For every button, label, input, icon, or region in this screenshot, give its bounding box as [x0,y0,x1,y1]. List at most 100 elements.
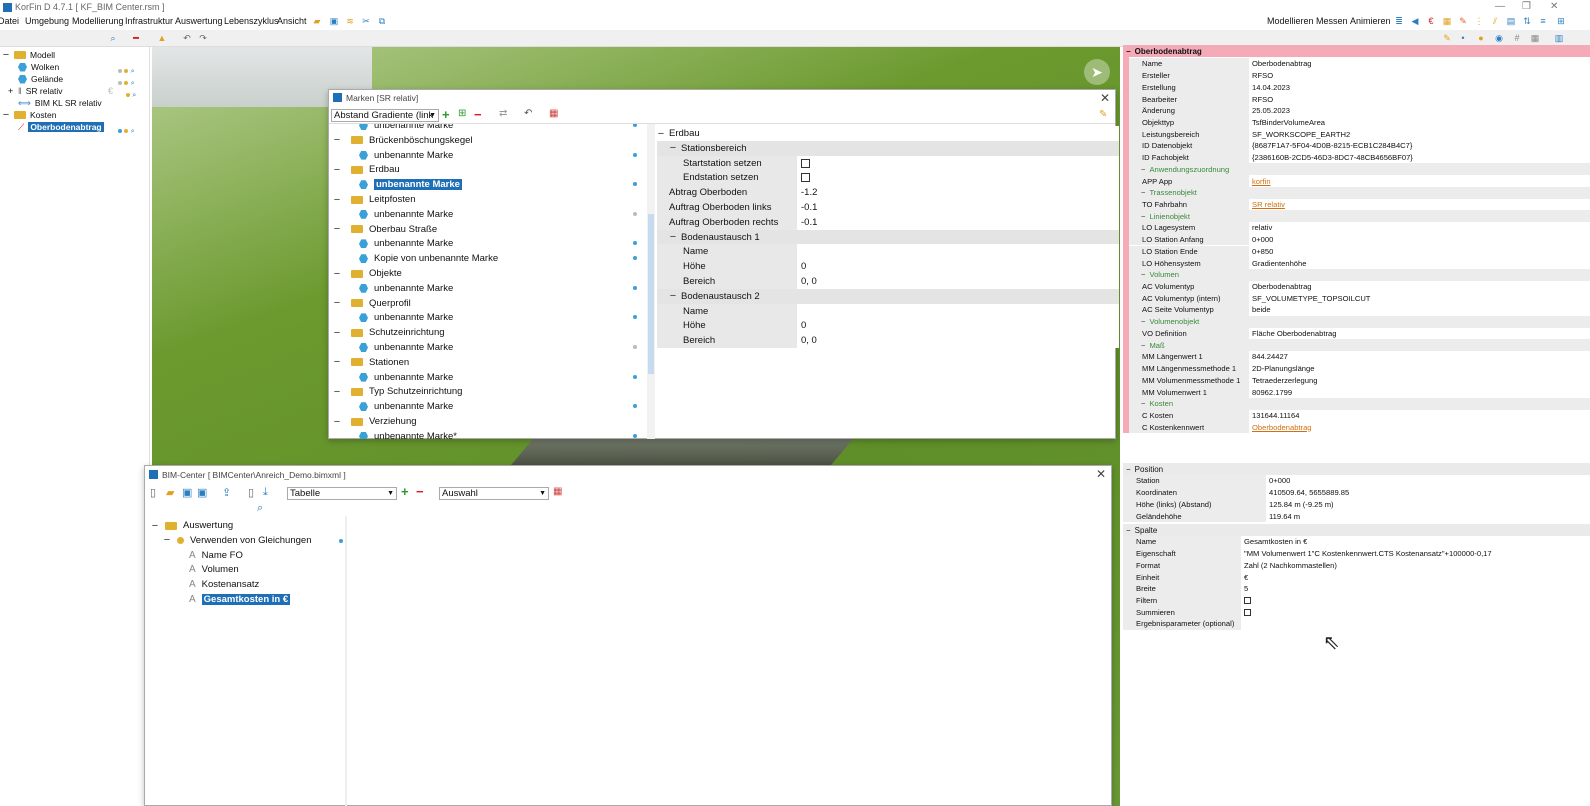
property-value[interactable]: -0.1 [797,214,1119,230]
marker-icon[interactable]: ● [1475,32,1487,44]
property-value[interactable]: {2386160B-2CD5-46D3-8DC7-48CB4656BF07} [1249,152,1590,164]
marken-tree-row[interactable]: − Verziehung [333,414,643,429]
save-as-icon[interactable]: ▣ [197,486,207,499]
menu-lebenszyklus[interactable]: Lebenszyklus [224,16,279,26]
visibility-dot-icon[interactable] [118,129,122,133]
property-value[interactable]: 14.04.2023 [1249,81,1590,93]
collapse-icon[interactable]: − [333,416,341,428]
property-row[interactable]: Name [657,303,1119,319]
euro-small-icon[interactable]: € [108,86,113,96]
collapse-icon[interactable]: − [669,231,677,243]
add-icon[interactable]: + [401,484,409,499]
property-value[interactable]: 0 [797,318,1119,334]
property-row[interactable]: Höhe (links) (Abstand) 125.84 m (-9.25 m) [1123,498,1590,511]
property-row[interactable]: Leistungsbereich SF_WORKSCOPE_EARTH2 [1129,128,1590,140]
bimcenter-tree-row[interactable]: A Kostenansatz [175,577,259,592]
euro-icon[interactable]: € [1425,15,1437,27]
search-icon[interactable]: ⌕ [107,32,119,44]
collapse-icon[interactable]: − [669,290,677,302]
sort-icon[interactable]: ⇅ [1521,15,1533,27]
grid-icon[interactable]: ⊞ [1555,15,1567,27]
marken-tree-row[interactable]: unbenannte Marke [359,310,647,325]
collapse-icon[interactable]: − [1141,212,1145,221]
property-row[interactable]: Ersteller RFSO [1129,69,1590,82]
tree-node-gelaende[interactable]: Gelände ⌕ [18,73,148,87]
pin-icon[interactable]: ✎ [1099,109,1107,120]
property-row[interactable]: Summieren [1123,606,1590,618]
property-row[interactable]: Bereich 0, 0 [657,274,1119,289]
property-value[interactable] [797,155,1119,171]
color-grid-icon[interactable]: ▦ [549,108,558,119]
status-dot-icon[interactable] [633,285,637,290]
tree-node-modell[interactable]: − Modell [2,49,55,61]
property-value[interactable]: Fläche Oberbodenabtrag [1249,328,1590,340]
add-copy-icon[interactable]: ⊞ [458,108,466,119]
property-value[interactable]: SF_VOLUMETYPE_TOPSOILCUT [1249,292,1590,304]
property-row[interactable]: Eigenschaft "MM Volumenwert 1"C Kostenken… [1123,547,1590,560]
page-icon[interactable]: ▯ [248,486,254,499]
marken-tree-row[interactable]: unbenannte Marke [359,177,647,192]
back-icon[interactable]: ↶ [524,108,532,119]
checkbox[interactable] [801,173,810,183]
property-row[interactable]: Erstellung 14.04.2023 [1129,81,1590,94]
redo-icon[interactable]: ↷ [197,32,209,44]
color-grid-icon[interactable]: ▦ [553,486,562,497]
collapse-icon[interactable]: − [333,327,341,339]
remove-icon[interactable]: ━ [130,32,142,44]
property-row[interactable]: C Kosten 131644.11164 [1129,409,1590,422]
property-row[interactable]: MM Längenmessmethode 1 2D-Planungslänge [1129,362,1590,375]
close-icon[interactable]: ✕ [1550,1,1558,12]
property-row[interactable]: Abtrag Oberboden -1.2 [657,185,1119,201]
property-value[interactable] [797,244,1119,260]
collapse-icon[interactable]: − [333,134,341,146]
collapse-icon[interactable]: − [1141,317,1145,326]
property-row[interactable]: APP App korfin [1129,175,1590,187]
collapse-icon[interactable]: − [1141,188,1145,197]
property-row[interactable]: MM Volumenmessmethode 1 Tetraederzerlegun… [1129,374,1590,387]
collapse-icon[interactable]: − [163,534,171,546]
status-dot-icon[interactable] [633,124,637,127]
property-row[interactable]: Höhe 0 [657,318,1119,334]
marken-tree-row[interactable]: unbenannte Marke [359,207,647,222]
collapse-icon[interactable]: − [333,194,341,206]
property-row[interactable]: Einheit € [1123,571,1590,583]
property-value[interactable]: 80962.1799 [1249,386,1590,398]
status-dot-icon[interactable] [633,152,637,157]
collapse-icon[interactable]: − [2,49,10,61]
status-dot-icon[interactable] [633,211,637,216]
marken-tree-row[interactable]: − Stationen [333,355,643,370]
property-value[interactable]: 410509.64, 5655889.85 [1266,487,1590,499]
property-row[interactable]: Objekttyp TsfBinderVolumeArea [1129,116,1590,129]
property-value[interactable]: 0+850 [1249,246,1590,258]
marken-tree-row[interactable]: unbenannte Marke [359,236,647,251]
menu-icon[interactable]: ≡ [1537,15,1549,27]
menu-datei[interactable]: Datei [0,16,19,26]
tree-node-kosten[interactable]: − Kosten [2,109,57,121]
property-value[interactable]: RFSO [1249,70,1590,82]
menu-messen[interactable]: Messen [1316,16,1348,26]
table-small-icon[interactable]: ▦ [1529,32,1541,44]
collapse-icon[interactable]: − [1126,526,1131,535]
marken-tree-row[interactable]: Kopie von unbenannte Marke [359,251,647,266]
restore-icon[interactable]: ❐ [1522,1,1531,12]
property-value[interactable] [1241,595,1590,607]
eye-icon[interactable]: ◉ [1493,32,1505,44]
property-value[interactable] [1241,618,1590,630]
property-value[interactable]: 0, 0 [797,274,1119,289]
property-value[interactable]: SR relativ [1249,199,1590,211]
view-dropdown[interactable]: Tabelle ▼ [287,487,397,500]
warning-icon[interactable]: ▲ [156,32,168,44]
collapse-icon[interactable]: − [1141,165,1145,174]
marken-tree-row[interactable]: − Typ Schutzeinrichtung [333,384,643,399]
collapse-icon[interactable]: − [2,109,10,121]
collapse-icon[interactable]: − [333,223,341,235]
property-value[interactable]: € [1241,571,1590,583]
tree-node-oberbodenabtrag[interactable]: ⟋ Oberbodenabtrag ⌕ [18,121,148,136]
bimcenter-tree-row[interactable]: − Verwenden von Gleichungen [163,533,343,548]
bimcenter-tree-row[interactable]: − Auswertung [151,518,233,533]
property-value[interactable]: RFSO [1249,93,1590,105]
compass-icon[interactable]: ➤ [1084,59,1110,85]
property-row[interactable]: Startstation setzen [657,155,1119,171]
bimcenter-tree-row[interactable]: A Gesamtkosten in € [175,592,291,607]
property-value[interactable]: 131644.11164 [1249,410,1590,422]
